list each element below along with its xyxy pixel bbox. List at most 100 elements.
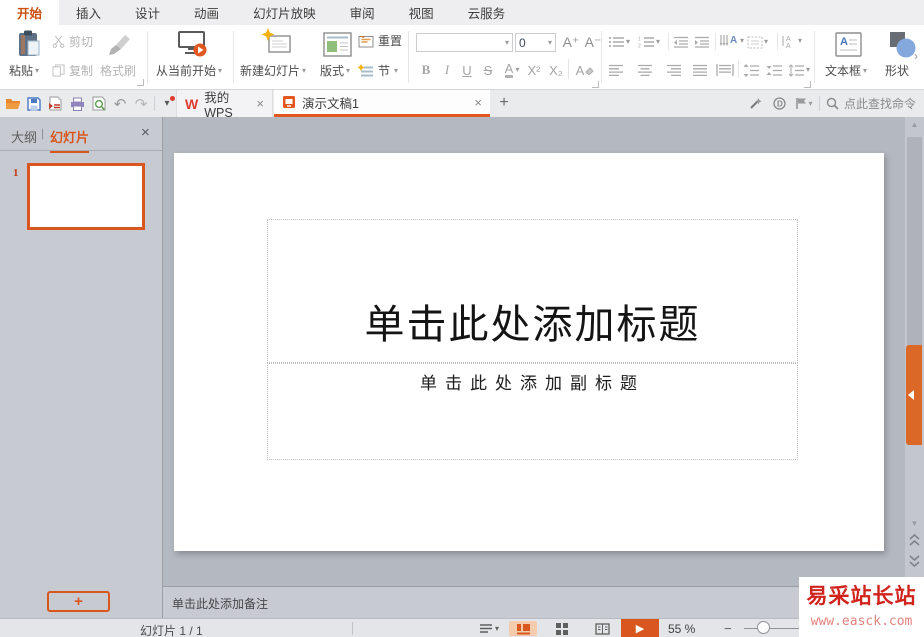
menu-tab-slideshow[interactable]: 幻灯片放映	[236, 0, 333, 25]
redo-button[interactable]: ↷	[132, 95, 150, 113]
zoom-out-button[interactable]: −	[724, 621, 732, 636]
font-color-button[interactable]: A ▾	[499, 60, 525, 80]
new-slide-label-row[interactable]: 新建幻灯片 ▾	[240, 62, 306, 79]
character-scale-button[interactable]: AA ▾	[782, 32, 802, 50]
clear-format-button[interactable]: A	[573, 60, 597, 80]
play-slideshow-button[interactable]: ▶	[621, 619, 659, 637]
textbox-label-row[interactable]: 文本框 ▾	[825, 62, 867, 79]
bold-button[interactable]: B	[418, 60, 434, 80]
menu-tab-view[interactable]: 视图	[392, 0, 451, 25]
menu-tab-cloud[interactable]: 云服务	[451, 0, 523, 25]
increase-font-size-button[interactable]: A⁺	[561, 32, 581, 52]
align-center-button[interactable]	[637, 61, 653, 79]
font-color-letter: A	[504, 61, 514, 78]
italic-button[interactable]: I	[440, 60, 454, 80]
clipboard-dialog-launcher-icon[interactable]	[137, 79, 144, 86]
cut-button[interactable]: 剪切	[52, 33, 93, 50]
normal-view-button[interactable]	[509, 621, 537, 636]
shapes-label-row[interactable]: 形状	[885, 62, 909, 79]
doc-tab-my-wps[interactable]: W 我的WPS ×	[176, 90, 273, 120]
bullet-list-button[interactable]: ▾	[608, 33, 630, 51]
next-slide-button[interactable]	[908, 554, 921, 568]
paste-label-row[interactable]: 粘贴 ▾	[9, 62, 39, 79]
ppt-beautify-button[interactable]	[746, 95, 764, 112]
notes-toggle-button[interactable]: ▾	[476, 621, 502, 636]
close-panel-icon[interactable]: ×	[141, 124, 150, 141]
docer-templates-button[interactable]: D	[770, 95, 788, 112]
subtitle-placeholder[interactable]: 单击此处添加副标题	[267, 363, 798, 460]
line-spacing-button[interactable]: ▾	[788, 61, 810, 79]
paragraph-dialog-launcher-icon[interactable]	[804, 81, 811, 88]
slide-sorter-view-button[interactable]	[549, 621, 575, 636]
print-button[interactable]	[68, 95, 86, 112]
menu-tab-review[interactable]: 审阅	[333, 0, 392, 25]
increase-indent-button[interactable]	[694, 33, 710, 51]
new-tab-button[interactable]: +	[494, 93, 514, 113]
dropdown-caret-icon: ▾	[515, 65, 520, 74]
font-dialog-launcher-icon[interactable]	[592, 81, 599, 88]
decrease-indent-button[interactable]	[673, 33, 689, 51]
open-file-button[interactable]	[4, 95, 22, 112]
text-direction-button[interactable]: A ▾	[719, 32, 744, 50]
layout-label-row[interactable]: 版式 ▾	[320, 62, 350, 79]
section-button[interactable]: 节 ▾	[358, 62, 398, 79]
paste-button[interactable]	[10, 28, 48, 59]
textbox-button[interactable]: A	[832, 30, 864, 58]
slides-tab[interactable]: 幻灯片	[50, 127, 90, 153]
format-painter-label-row[interactable]: 格式刷	[100, 62, 136, 79]
strikethrough-button[interactable]: S	[480, 60, 496, 80]
menu-tab-design[interactable]: 设计	[118, 0, 177, 25]
ribbon-more-chevron-icon[interactable]: ›	[914, 49, 918, 63]
play-from-current-label-row[interactable]: 从当前开始 ▾	[156, 62, 222, 79]
close-tab-icon[interactable]: ×	[474, 95, 482, 110]
undo-button[interactable]: ↶	[111, 95, 129, 113]
align-right-button[interactable]	[666, 61, 682, 79]
menu-tab-home[interactable]: 开始	[0, 0, 60, 25]
print-preview-button[interactable]	[90, 95, 108, 112]
zoom-slider-thumb[interactable]	[757, 621, 770, 634]
align-distribute-button[interactable]	[716, 61, 734, 79]
copy-button[interactable]: 复制	[52, 62, 93, 79]
font-name-select[interactable]: ▾	[416, 33, 513, 52]
ribbon-separator	[601, 31, 602, 83]
placeholder-fit-button[interactable]: ▾	[747, 33, 768, 51]
subscript-button[interactable]: X₂	[546, 60, 566, 80]
export-pdf-icon	[49, 96, 62, 111]
customize-toolbar-button[interactable]: ▾	[158, 95, 176, 112]
numbered-list-button[interactable]: 12 ▾	[638, 33, 660, 51]
notes-lines-icon	[479, 624, 492, 633]
menu-tab-animation[interactable]: 动画	[177, 0, 236, 25]
close-tab-icon[interactable]: ×	[256, 96, 264, 111]
underline-button[interactable]: U	[459, 60, 475, 80]
save-button[interactable]	[25, 95, 43, 112]
previous-slide-button[interactable]	[908, 533, 921, 547]
slide-thumbnail[interactable]	[27, 163, 145, 230]
superscript-button[interactable]: X²	[524, 60, 544, 80]
slide-canvas[interactable]: 单击此处添加标题 单击此处添加副标题	[174, 153, 884, 551]
font-size-select[interactable]: 0 ▾	[515, 33, 556, 52]
subtitle-placeholder-text: 单击此处添加副标题	[420, 374, 645, 393]
reset-button[interactable]: 重置	[358, 32, 402, 49]
scrollbar-thumb[interactable]	[907, 137, 922, 345]
add-slide-button[interactable]: +	[47, 591, 110, 612]
decrease-font-size-button[interactable]: A⁻	[583, 32, 603, 52]
menu-tab-insert[interactable]: 插入	[59, 0, 118, 25]
align-left-button[interactable]	[608, 61, 624, 79]
doc-tab-presentation1[interactable]: 演示文稿1 ×	[274, 90, 490, 117]
title-placeholder[interactable]: 单击此处添加标题	[267, 219, 798, 363]
reading-view-button[interactable]	[589, 621, 615, 636]
export-pdf-button[interactable]	[46, 95, 64, 112]
paragraph-spacing-decrease-button[interactable]	[766, 61, 783, 79]
paragraph-spacing-increase-button[interactable]	[743, 61, 760, 79]
align-justify-button[interactable]	[692, 61, 708, 79]
new-slide-button[interactable]	[258, 28, 294, 59]
play-from-current-button[interactable]	[174, 28, 210, 59]
scroll-up-button[interactable]: ▲	[905, 120, 924, 132]
outline-tab[interactable]: 大纲	[11, 127, 37, 146]
find-command-box[interactable]: 点此查找命令	[826, 95, 916, 112]
task-pane-button[interactable]: ▾	[792, 95, 816, 112]
layout-button[interactable]	[321, 31, 353, 57]
scroll-down-button[interactable]: ▼	[905, 519, 924, 531]
format-painter-button[interactable]	[102, 30, 136, 58]
side-panel-handle[interactable]	[906, 345, 922, 445]
